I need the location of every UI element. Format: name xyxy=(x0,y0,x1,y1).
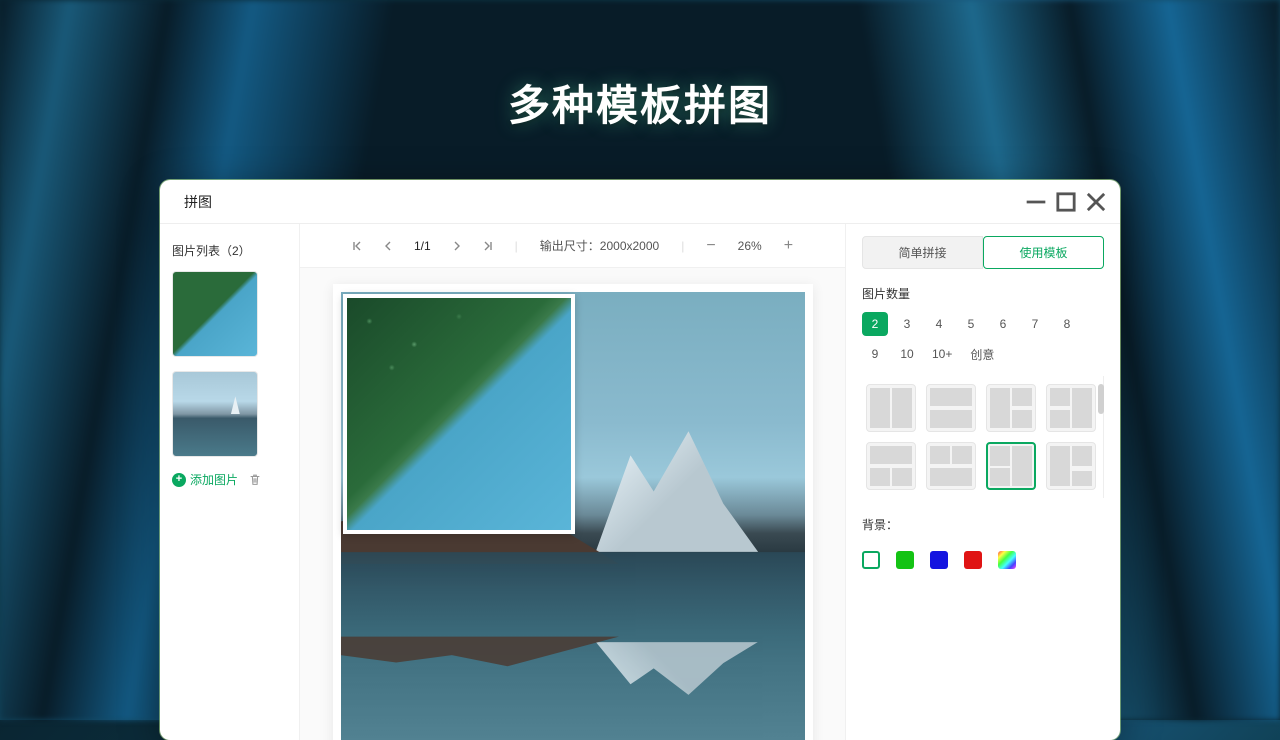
window-controls xyxy=(1022,188,1110,216)
template-option-8[interactable] xyxy=(1046,442,1096,490)
count-option-9[interactable]: 9 xyxy=(862,342,888,366)
background-label: 背景： xyxy=(862,516,1104,533)
count-option-创意[interactable]: 创意 xyxy=(964,342,1000,366)
close-button[interactable] xyxy=(1082,188,1110,216)
template-option-3[interactable] xyxy=(986,384,1036,432)
canvas-toolbar: 1/1 | 输出尺寸：2000x2000 | − 26% + xyxy=(300,224,845,268)
bg-color-green[interactable] xyxy=(896,551,914,569)
count-option-6[interactable]: 6 xyxy=(990,312,1016,336)
tab-use-template[interactable]: 使用模板 xyxy=(983,236,1104,269)
image-thumbnail-2[interactable] xyxy=(172,371,258,457)
count-option-8[interactable]: 8 xyxy=(1054,312,1080,336)
trash-icon[interactable] xyxy=(248,473,262,487)
template-option-2[interactable] xyxy=(926,384,976,432)
titlebar: 拼图 xyxy=(160,180,1120,224)
page-indicator: 1/1 xyxy=(414,239,431,253)
add-image-button[interactable]: + 添加图片 xyxy=(172,471,238,488)
canvas-viewport[interactable] xyxy=(300,268,845,740)
canvas-overlay-image[interactable] xyxy=(343,294,575,534)
zoom-out-button[interactable]: − xyxy=(706,237,715,255)
image-count-options: 2345678 91010+创意 xyxy=(862,312,1104,366)
template-option-7-selected[interactable] xyxy=(986,442,1036,490)
count-option-7[interactable]: 7 xyxy=(1022,312,1048,336)
bg-color-red[interactable] xyxy=(964,551,982,569)
left-image-list-panel: 图片列表（2） + 添加图片 xyxy=(160,224,300,740)
first-page-button[interactable] xyxy=(352,241,362,251)
zoom-level: 26% xyxy=(738,239,762,253)
template-option-1[interactable] xyxy=(866,384,916,432)
next-page-button[interactable] xyxy=(453,241,461,251)
count-option-10+[interactable]: 10+ xyxy=(926,342,958,366)
image-list-label: 图片列表（2） xyxy=(172,242,287,259)
app-window: 拼图 图片列表（2） + 添加图片 xyxy=(160,180,1120,740)
count-option-10[interactable]: 10 xyxy=(894,342,920,366)
collage-canvas[interactable] xyxy=(333,284,813,740)
count-option-3[interactable]: 3 xyxy=(894,312,920,336)
bg-color-blue[interactable] xyxy=(930,551,948,569)
last-page-button[interactable] xyxy=(483,241,493,251)
template-scrollbar[interactable] xyxy=(1098,384,1104,414)
count-option-4[interactable]: 4 xyxy=(926,312,952,336)
template-grid xyxy=(862,376,1104,498)
template-grid-wrap xyxy=(862,376,1104,498)
maximize-button[interactable] xyxy=(1052,188,1080,216)
hero-title: 多种模板拼图 xyxy=(0,72,1280,133)
tab-simple-stitch[interactable]: 简单拼接 xyxy=(862,236,983,269)
add-delete-row: + 添加图片 xyxy=(172,471,287,488)
right-properties-panel: 简单拼接 使用模板 图片数量 2345678 91010+创意 xyxy=(845,224,1120,740)
template-option-6[interactable] xyxy=(926,442,976,490)
plus-circle-icon: + xyxy=(172,473,186,487)
image-count-label: 图片数量 xyxy=(862,285,1104,302)
template-option-4[interactable] xyxy=(1046,384,1096,432)
center-canvas-panel: 1/1 | 输出尺寸：2000x2000 | − 26% + xyxy=(300,224,845,740)
bg-color-custom[interactable] xyxy=(998,551,1016,569)
background-colors xyxy=(862,551,1104,569)
minimize-button[interactable] xyxy=(1022,188,1050,216)
prev-page-button[interactable] xyxy=(384,241,392,251)
count-option-2[interactable]: 2 xyxy=(862,312,888,336)
zoom-in-button[interactable]: + xyxy=(784,237,793,255)
count-option-5[interactable]: 5 xyxy=(958,312,984,336)
app-body: 图片列表（2） + 添加图片 xyxy=(160,224,1120,740)
image-thumbnail-1[interactable] xyxy=(172,271,258,357)
bg-color-white-selected[interactable] xyxy=(862,551,880,569)
template-option-5[interactable] xyxy=(866,442,916,490)
add-image-label: 添加图片 xyxy=(190,471,238,488)
output-size-label: 输出尺寸：2000x2000 xyxy=(540,237,659,254)
mode-tabs: 简单拼接 使用模板 xyxy=(862,236,1104,269)
window-title: 拼图 xyxy=(184,192,212,212)
